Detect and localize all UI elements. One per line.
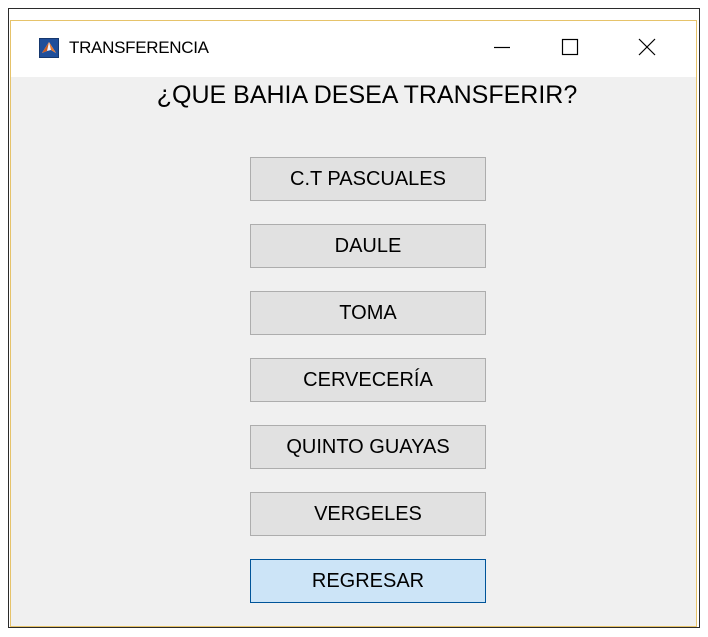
minimize-icon: [492, 37, 512, 62]
vergeles-button[interactable]: VERGELES: [250, 492, 486, 536]
title-bar[interactable]: TRANSFERENCIA: [11, 21, 696, 77]
window-title: TRANSFERENCIA: [69, 38, 209, 57]
maximize-icon: [560, 37, 580, 62]
close-button[interactable]: [623, 29, 671, 69]
dialog-content: ¿QUE BAHIA DESEA TRANSFERIR? C.T PASCUAL…: [11, 77, 696, 626]
daule-button[interactable]: DAULE: [250, 224, 486, 268]
pascuales-button[interactable]: C.T PASCUALES: [250, 157, 486, 201]
transferencia-window: TRANSFERENCIA ¿QUE BAHIA DESEA TRANSFERI…: [10, 20, 697, 627]
toma-button[interactable]: TOMA: [250, 291, 486, 335]
minimize-button[interactable]: [478, 29, 526, 69]
close-icon: [637, 37, 657, 62]
regresar-button[interactable]: REGRESAR: [250, 559, 486, 603]
maximize-button[interactable]: [546, 29, 594, 69]
cerveceria-button[interactable]: CERVECERÍA: [250, 358, 486, 402]
question-heading: ¿QUE BAHIA DESEA TRANSFERIR?: [156, 81, 578, 109]
quinto-guayas-button[interactable]: QUINTO GUAYAS: [250, 425, 486, 469]
matlab-logo-icon: [39, 38, 59, 58]
